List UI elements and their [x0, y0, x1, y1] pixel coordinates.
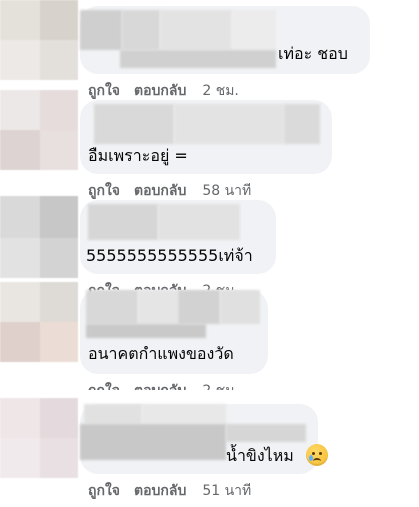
- blurred-author-name: [80, 10, 122, 50]
- reply-button[interactable]: ตอบกลับ: [134, 82, 186, 100]
- blurred-author-name: [174, 104, 284, 144]
- blurred-author-name: [138, 290, 178, 324]
- blurred-author-name: [232, 10, 276, 50]
- avatar[interactable]: [0, 90, 78, 170]
- comment-text: เท่อะ ชอบ: [278, 44, 348, 63]
- blurred-author-name: [88, 204, 158, 240]
- blurred-author-name: [142, 404, 226, 424]
- comment-bubble: เท่อะ ชอบ: [80, 6, 370, 74]
- timestamp[interactable]: 2 ชม.: [202, 382, 239, 390]
- avatar[interactable]: [0, 0, 78, 80]
- avatar[interactable]: [0, 398, 78, 478]
- comment-bubble: อนาคตกำแพงของวัด: [80, 290, 268, 374]
- like-button[interactable]: ถูกใจ: [88, 82, 120, 100]
- timestamp[interactable]: 58 นาที: [202, 182, 251, 200]
- blurred-author-name: [122, 10, 160, 50]
- blurred-author-name: [80, 424, 226, 460]
- blurred-author-name: [160, 10, 232, 50]
- blurred-author-name: [158, 204, 240, 240]
- comment-text: 5555555555555เท่จ้า: [86, 246, 253, 265]
- reply-button[interactable]: ตอบกลับ: [134, 182, 186, 200]
- blurred-author-name: [178, 290, 220, 324]
- comment-bubble: น้ำขิงไหม: [80, 404, 328, 474]
- blurred-author-name: [84, 404, 142, 424]
- comment-actions: ถูกใจ ตอบกลับ 2 ชม.: [88, 382, 239, 390]
- timestamp[interactable]: 2 ชม.: [202, 82, 239, 100]
- comment-actions: ถูกใจ ตอบกลับ 58 นาที: [88, 182, 251, 200]
- avatar[interactable]: [0, 196, 78, 278]
- sad-tear-emoji: [306, 444, 328, 466]
- like-button[interactable]: ถูกใจ: [88, 382, 120, 390]
- reply-button[interactable]: ตอบกลับ: [134, 382, 186, 390]
- comment-bubble: อืมเพราะอยู่ =: [80, 100, 332, 174]
- like-button[interactable]: ถูกใจ: [88, 182, 120, 200]
- comment-text: น้ำขิงไหม: [226, 446, 294, 465]
- comment-text: อนาคตกำแพงของวัด: [88, 344, 234, 363]
- like-button[interactable]: ถูกใจ: [88, 482, 120, 500]
- blurred-author-name: [86, 290, 138, 324]
- comment-actions: ถูกใจ ตอบกลับ 2 ชม.: [88, 82, 239, 100]
- blurred-author-name: [86, 324, 206, 338]
- comment-bubble: 5555555555555เท่จ้า: [80, 200, 276, 274]
- avatar[interactable]: [0, 282, 78, 362]
- blurred-author-name: [284, 104, 320, 144]
- comment-actions: ถูกใจ ตอบกลับ 51 นาที: [88, 482, 251, 500]
- blurred-author-name: [220, 290, 260, 324]
- blurred-author-name: [226, 424, 306, 442]
- blurred-author-name: [94, 104, 174, 144]
- comment-text: อืมเพราะอยู่ =: [88, 146, 188, 165]
- blurred-author-name: [120, 50, 276, 68]
- reply-button[interactable]: ตอบกลับ: [134, 482, 186, 500]
- timestamp[interactable]: 51 นาที: [202, 482, 251, 500]
